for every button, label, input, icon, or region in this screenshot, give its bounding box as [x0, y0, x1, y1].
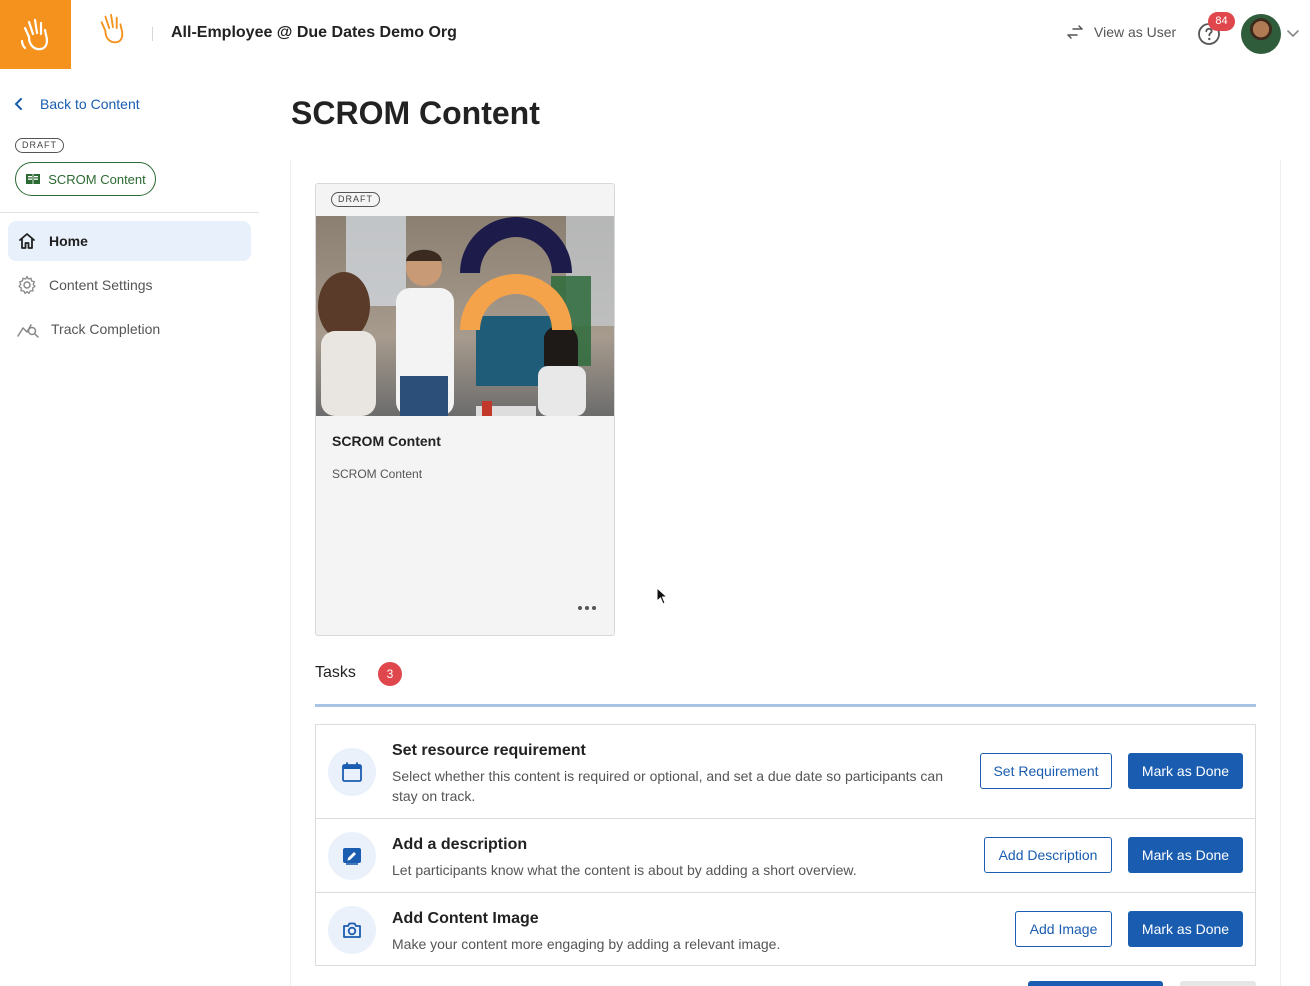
task-title: Add Content Image — [392, 910, 539, 927]
sidebar-item-track-completion[interactable]: Track Completion — [8, 309, 251, 349]
page-title: SCROM Content — [291, 95, 540, 131]
switch-arrows-icon — [1067, 25, 1083, 39]
chevron-down-icon[interactable] — [1287, 28, 1299, 38]
task-title: Set resource requirement — [392, 742, 586, 759]
task-description: Select whether this content is required … — [392, 768, 944, 804]
sidebar-item-label: Track Completion — [51, 321, 161, 337]
primary-footer-button[interactable] — [1028, 981, 1163, 986]
status-badge: DRAFT — [15, 138, 64, 153]
card-subtitle: SCROM Content — [332, 467, 423, 481]
card-cover-image — [316, 216, 614, 416]
content-type-pill[interactable]: SCROM Content — [15, 162, 156, 196]
brand-logo-tile[interactable] — [0, 0, 71, 69]
home-icon — [19, 233, 35, 249]
back-to-content-link[interactable]: Back to Content — [14, 96, 140, 112]
view-as-user-label: View as User — [1094, 24, 1177, 40]
edit-description-icon — [328, 832, 376, 880]
secondary-footer-button[interactable] — [1180, 981, 1256, 986]
sidebar-item-label: Home — [49, 233, 88, 249]
header-divider — [152, 27, 153, 41]
top-bar: All-Employee @ Due Dates Demo Org View a… — [0, 0, 1310, 69]
camera-icon — [328, 906, 376, 954]
task-row-resource-requirement: Set resource requirement Select whether … — [315, 724, 1256, 819]
card-title: SCROM Content — [332, 433, 441, 449]
task-row-description: Add a description Let participants know … — [315, 818, 1256, 893]
task-title: Add a description — [392, 836, 528, 853]
brand-hand-icon — [100, 13, 124, 44]
content-card[interactable]: DRAFT SCROM Content SCROM Content — [315, 183, 615, 636]
back-to-content-label: Back to Content — [40, 96, 140, 112]
task-description: Make your content more engaging by addin… — [392, 936, 781, 952]
tasks-count-badge: 3 — [378, 662, 402, 686]
add-image-button[interactable]: Add Image — [1015, 911, 1112, 947]
tasks-heading: Tasks — [315, 664, 356, 681]
chevron-left-icon — [14, 98, 22, 110]
org-title: All-Employee @ Due Dates Demo Org — [171, 24, 457, 41]
task-row-content-image: Add Content Image Make your content more… — [315, 892, 1256, 966]
tasks-progress-bar — [315, 704, 1256, 707]
sidebar: Back to Content DRAFT SCROM Content Home… — [0, 69, 260, 986]
gear-icon — [18, 275, 36, 295]
mark-as-done-button[interactable]: Mark as Done — [1128, 837, 1243, 873]
chart-search-icon — [17, 324, 39, 338]
add-description-button[interactable]: Add Description — [984, 837, 1112, 873]
mark-as-done-button[interactable]: Mark as Done — [1128, 753, 1243, 789]
avatar[interactable] — [1241, 14, 1281, 54]
sidebar-item-content-settings[interactable]: Content Settings — [8, 265, 251, 305]
sidebar-item-home[interactable]: Home — [8, 221, 251, 261]
view-as-user-button[interactable]: View as User — [1066, 24, 1176, 40]
sidebar-item-label: Content Settings — [49, 277, 153, 293]
waving-hand-icon — [20, 18, 48, 50]
more-options-icon[interactable] — [575, 598, 599, 618]
office-team-photo — [316, 216, 614, 416]
set-requirement-button[interactable]: Set Requirement — [980, 753, 1112, 789]
mouse-cursor-icon — [656, 587, 668, 605]
card-status-badge: DRAFT — [331, 192, 380, 207]
task-description: Let participants know what the content i… — [392, 862, 857, 878]
sidebar-divider — [0, 212, 259, 213]
content-type-label: SCROM Content — [48, 171, 146, 187]
notification-badge: 84 — [1208, 12, 1235, 31]
calendar-icon — [328, 748, 376, 796]
book-icon — [26, 174, 41, 184]
mark-as-done-button[interactable]: Mark as Done — [1128, 911, 1243, 947]
